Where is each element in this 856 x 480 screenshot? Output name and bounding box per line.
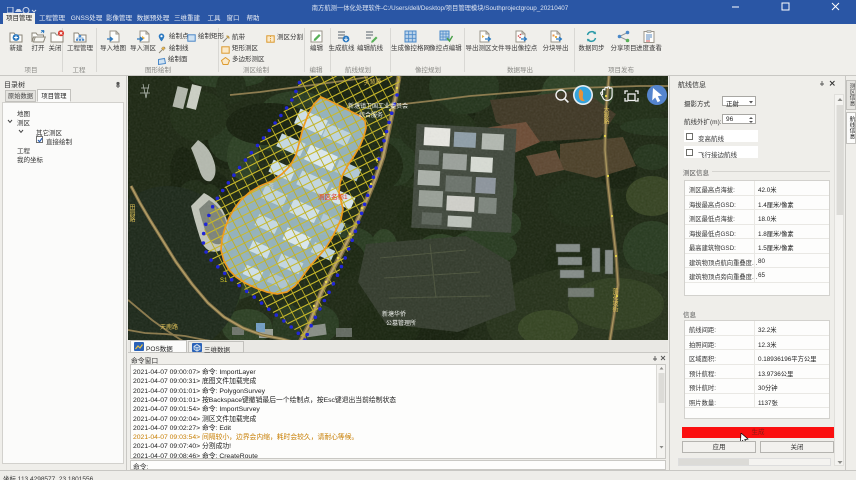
svg-text:新塘华侨: 新塘华侨 (382, 310, 406, 318)
svg-text:公墓管理所: 公墓管理所 (386, 319, 416, 327)
svg-text:测区名称1: 测区名称1 (318, 192, 348, 201)
svg-text:大观路: 大观路 (602, 105, 609, 125)
svg-text:落花坡街: 落花坡街 (611, 287, 618, 313)
svg-text:S1: S1 (220, 278, 228, 284)
svg-text:综合服务: 综合服务 (359, 111, 383, 119)
svg-text:茶: 茶 (268, 182, 274, 190)
svg-text:天鹿路: 天鹿路 (160, 323, 178, 331)
svg-text:田园路: 田园路 (128, 204, 135, 223)
svg-text:新塘镇卫国工业委员会: 新塘镇卫国工业委员会 (348, 102, 408, 110)
